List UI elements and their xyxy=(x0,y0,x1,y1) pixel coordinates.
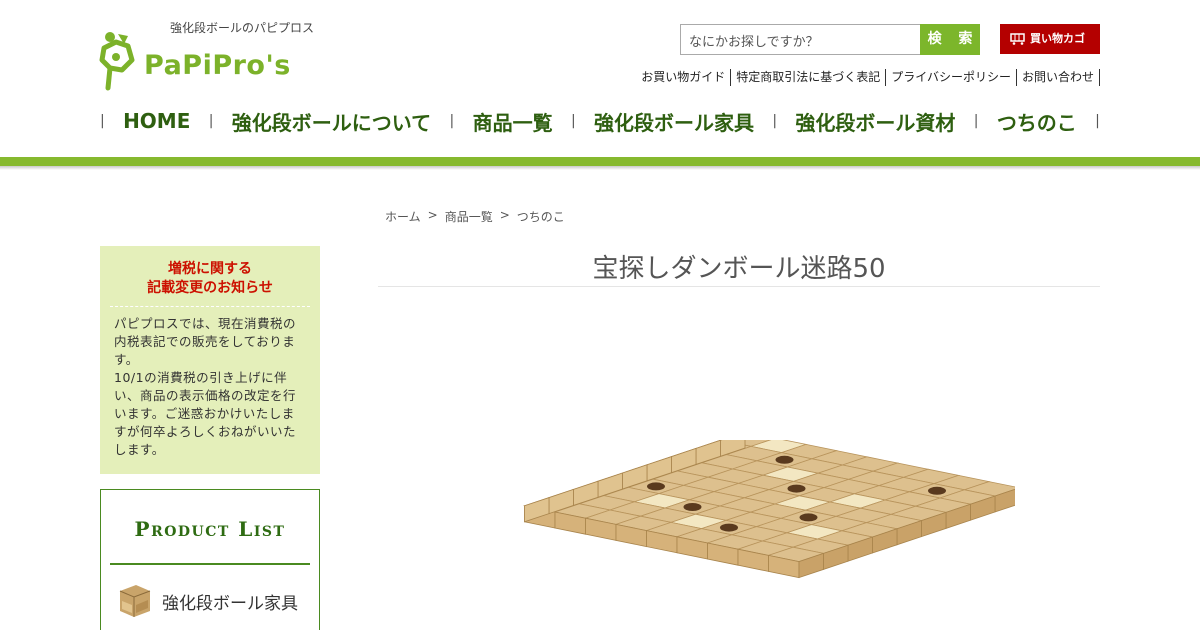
nav-separator: | xyxy=(208,113,214,129)
nav-separator: | xyxy=(570,113,576,129)
nav-item-products[interactable]: 商品一覧 xyxy=(473,107,553,136)
notice-paragraph: パピプロスでは、現在消費税の内税表記での販売をしております。 xyxy=(114,316,297,367)
utility-nav: お買い物ガイド 特定商取引法に基づく表記 プライバシーポリシー お問い合わせ xyxy=(636,69,1100,86)
legal-notice-link[interactable]: 特定商取引法に基づく表記 xyxy=(731,69,887,86)
notice-title-line2: 記載変更のお知らせ xyxy=(147,280,273,296)
logo-mark-icon xyxy=(99,32,135,91)
search-button[interactable]: 検 索 xyxy=(920,24,980,55)
privacy-policy-link[interactable]: プライバシーポリシー xyxy=(886,69,1017,86)
product-title: 宝探しダンボール迷路50 xyxy=(592,254,886,284)
header-divider-bar xyxy=(0,157,1200,166)
nav-separator: | xyxy=(449,113,455,129)
product-list-item-label: 強化段ボール家具 xyxy=(162,593,298,614)
breadcrumb-products[interactable]: 商品一覧 xyxy=(445,208,493,225)
breadcrumb-home[interactable]: ホーム xyxy=(385,208,421,225)
breadcrumb-separator: > xyxy=(499,208,510,222)
nav-separator: | xyxy=(973,113,979,129)
breadcrumb-separator: > xyxy=(427,208,438,222)
nav-item-materials[interactable]: 強化段ボール資材 xyxy=(795,107,955,136)
logo-text: PaPiPro's xyxy=(144,50,291,81)
title-rule xyxy=(378,286,1100,287)
nav-separator: | xyxy=(100,113,105,129)
nav-item-about[interactable]: 強化段ボールについて xyxy=(232,107,431,136)
breadcrumb-current[interactable]: つちのこ xyxy=(517,208,565,225)
nav-item-home[interactable]: HOME xyxy=(123,109,190,133)
main-nav: | HOME | 強化段ボールについて | 商品一覧 | 強化段ボール家具 | … xyxy=(100,106,1100,136)
notice-paragraph: 10/1の消費税の引き上げに伴い、商品の表示価格の改定を行います。ご迷惑おかけい… xyxy=(114,370,297,457)
cart-label: 買い物カゴ xyxy=(1030,32,1085,45)
nav-separator: | xyxy=(772,113,778,129)
nav-separator: | xyxy=(1095,113,1100,129)
nav-item-tsuchinoko[interactable]: つちのこ xyxy=(997,107,1077,136)
breadcrumb: ホーム > 商品一覧 > つちのこ xyxy=(385,208,565,225)
search-input[interactable]: なにかお探しですか？ xyxy=(680,24,921,55)
product-list-item-furniture[interactable]: 強化段ボール家具 xyxy=(101,565,319,621)
product-list-box: Product List 強化段ボール家具 xyxy=(100,489,320,630)
chair-thumbnail-icon xyxy=(119,585,151,617)
nav-item-furniture[interactable]: 強化段ボール家具 xyxy=(594,107,754,136)
notice-body: パピプロスでは、現在消費税の内税表記での販売をしております。 10/1の消費税の… xyxy=(100,307,320,459)
cart-icon xyxy=(1010,33,1025,45)
cart-button[interactable]: 買い物カゴ xyxy=(1000,24,1100,54)
tax-notice-box: 増税に関する 記載変更のお知らせ パピプロスでは、現在消費税の内税表記での販売を… xyxy=(100,246,320,474)
notice-title-line1: 増税に関する xyxy=(168,261,252,277)
notice-title: 増税に関する 記載変更のお知らせ xyxy=(100,246,320,298)
product-image xyxy=(455,431,1022,630)
contact-link[interactable]: お問い合わせ xyxy=(1017,69,1100,86)
header-divider-shadow xyxy=(0,166,1200,170)
site-logo[interactable]: PaPiPro's xyxy=(98,30,298,94)
product-list-title: Product List xyxy=(134,517,286,541)
guide-link[interactable]: お買い物ガイド xyxy=(636,69,732,86)
